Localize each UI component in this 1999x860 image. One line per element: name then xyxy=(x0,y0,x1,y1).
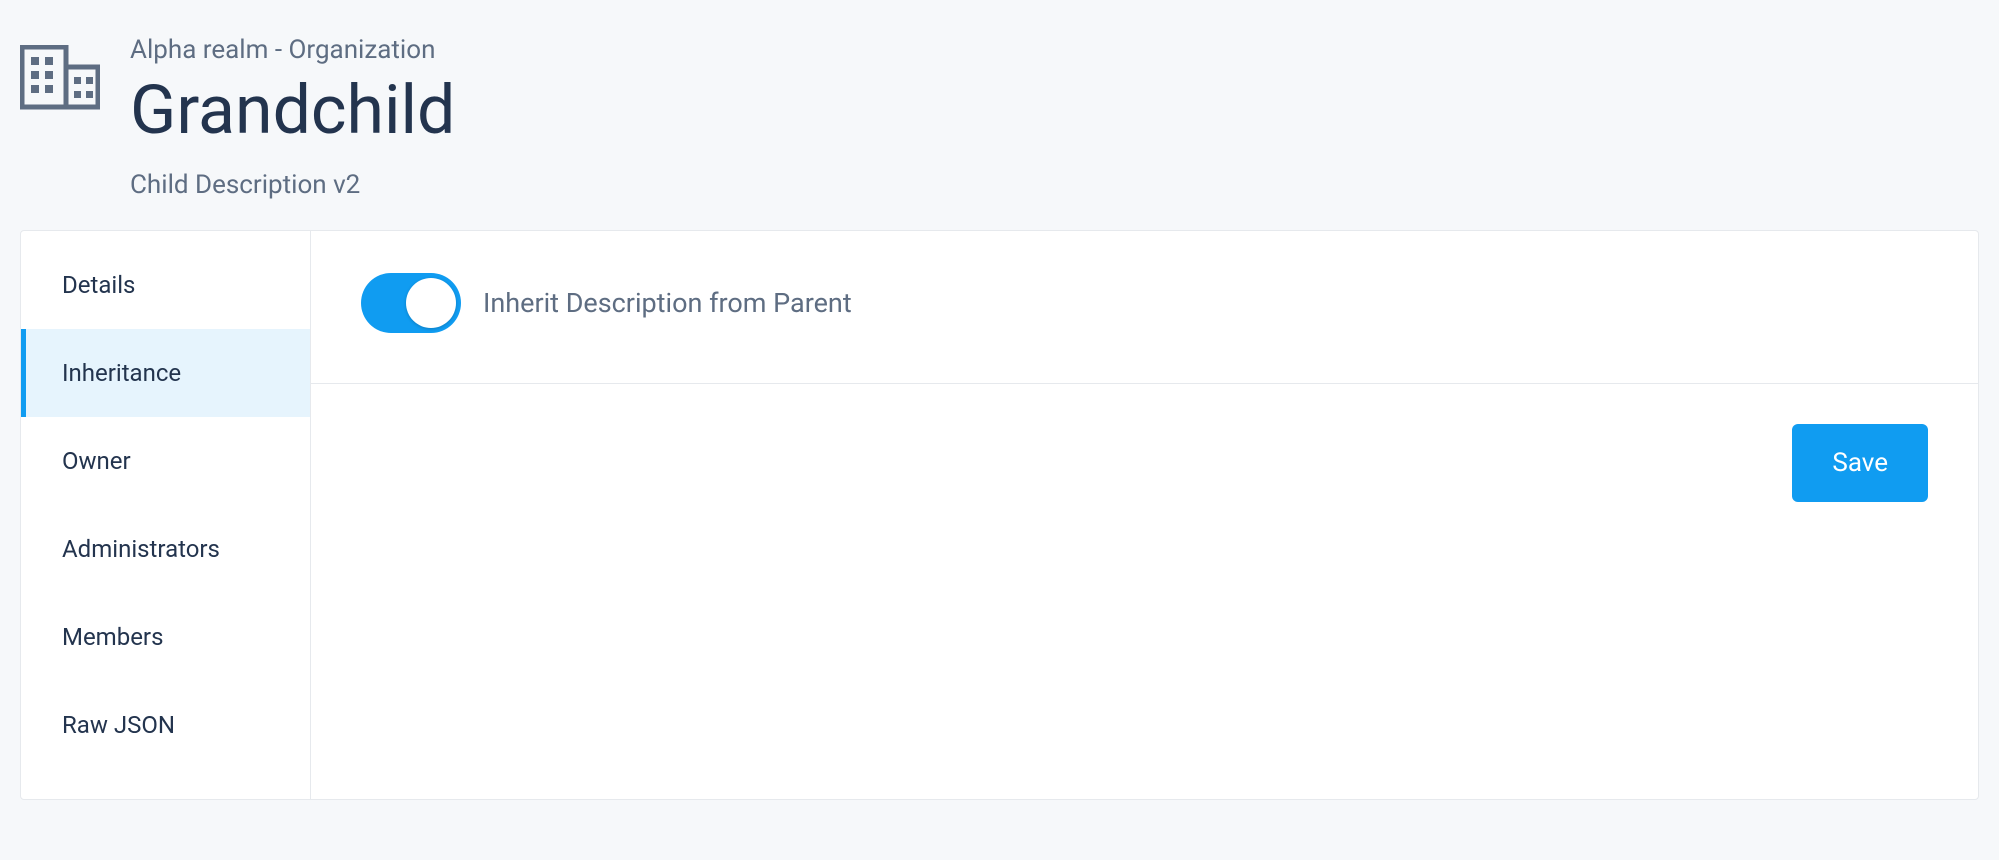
header-text-block: Alpha realm - Organization Grandchild Ch… xyxy=(130,35,455,200)
sidebar-item-owner[interactable]: Owner xyxy=(21,417,310,505)
page-title: Grandchild xyxy=(130,73,455,148)
sidebar-item-inheritance[interactable]: Inheritance xyxy=(21,329,310,417)
organization-icon xyxy=(20,45,100,121)
main-content: Inherit Description from Parent Save xyxy=(311,231,1978,799)
sidebar-item-details[interactable]: Details xyxy=(21,241,310,329)
sidebar-nav: Details Inheritance Owner Administrators… xyxy=(21,231,311,799)
sidebar-item-raw-json[interactable]: Raw JSON xyxy=(21,681,310,769)
inherit-description-label: Inherit Description from Parent xyxy=(483,287,852,319)
sidebar-item-administrators[interactable]: Administrators xyxy=(21,505,310,593)
breadcrumb: Alpha realm - Organization xyxy=(130,35,455,65)
button-row: Save xyxy=(311,384,1978,542)
page-subtitle: Child Description v2 xyxy=(130,170,455,200)
inherit-toggle-row: Inherit Description from Parent xyxy=(311,231,1978,384)
page-header: Alpha realm - Organization Grandchild Ch… xyxy=(20,20,1979,230)
content-panel: Details Inheritance Owner Administrators… xyxy=(20,230,1979,800)
inherit-description-toggle[interactable] xyxy=(361,273,461,333)
toggle-knob xyxy=(406,278,456,328)
sidebar-item-members[interactable]: Members xyxy=(21,593,310,681)
save-button[interactable]: Save xyxy=(1792,424,1928,502)
